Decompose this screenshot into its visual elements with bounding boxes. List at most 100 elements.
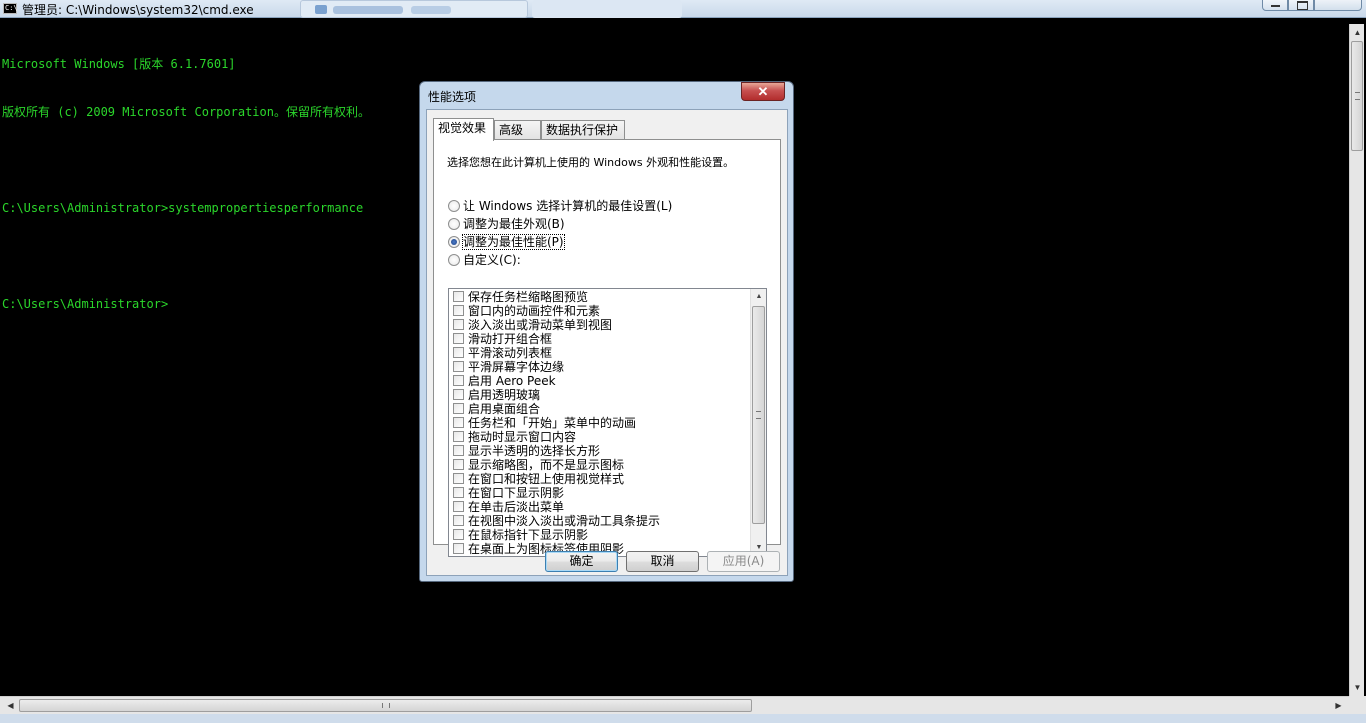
checkbox[interactable] xyxy=(453,291,464,302)
radio-label: 调整为最佳外观(B) xyxy=(463,217,565,231)
effect-label: 在窗口下显示阴影 xyxy=(468,486,565,500)
radio-button[interactable] xyxy=(448,218,460,230)
effect-list-item[interactable]: 窗口内的动画控件和元素 xyxy=(449,304,751,318)
ok-button[interactable]: 确定 xyxy=(545,551,618,572)
window-titlebar[interactable]: C:\ 管理员: C:\Windows\system32\cmd.exe xyxy=(0,0,1366,18)
effect-list-item[interactable]: 平滑滚动列表框 xyxy=(449,346,751,360)
effect-list-item[interactable]: 平滑屏幕字体边缘 xyxy=(449,360,751,374)
console-horizontal-scrollbar[interactable]: ◀ ▶ xyxy=(0,696,1349,714)
scroll-thumb[interactable] xyxy=(19,699,752,712)
dialog-close-button[interactable]: ✕ xyxy=(741,82,785,101)
console-vertical-scrollbar[interactable]: ▲ ▼ xyxy=(1349,24,1364,696)
scroll-thumb[interactable] xyxy=(1351,41,1363,151)
radio-button[interactable] xyxy=(448,200,460,212)
radio-best-appearance[interactable]: 调整为最佳外观(B) xyxy=(448,215,565,231)
effect-label: 保存任务栏缩略图预览 xyxy=(468,290,589,304)
checkbox[interactable] xyxy=(453,529,464,540)
visual-effects-panel: 选择您想在此计算机上使用的 Windows 外观和性能设置。 让 Windows… xyxy=(433,139,781,557)
dialog-title: 性能选项 xyxy=(428,90,477,104)
radio-custom[interactable]: 自定义(C): xyxy=(448,251,521,267)
effect-list-item[interactable]: 拖动时显示窗口内容 xyxy=(449,430,751,444)
checkbox[interactable] xyxy=(453,473,464,484)
effect-list-item[interactable]: 在视图中淡入淡出或滑动工具条提示 xyxy=(449,514,751,528)
effect-label: 启用透明玻璃 xyxy=(468,388,541,402)
effect-label: 启用 Aero Peek xyxy=(468,374,556,388)
apply-button[interactable]: 应用(A) xyxy=(707,551,780,572)
effect-label: 窗口内的动画控件和元素 xyxy=(468,304,601,318)
checkbox[interactable] xyxy=(453,459,464,470)
checkbox[interactable] xyxy=(453,389,464,400)
effect-list-item[interactable]: 启用 Aero Peek xyxy=(449,374,751,388)
checkbox[interactable] xyxy=(453,333,464,344)
dialog-body: 视觉效果 高级 数据执行保护 选择您想在此计算机上使用的 Windows 外观和… xyxy=(426,109,788,576)
effect-label: 启用桌面组合 xyxy=(468,402,541,416)
radio-let-windows-choose[interactable]: 让 Windows 选择计算机的最佳设置(L) xyxy=(448,197,672,213)
effect-label: 显示缩略图，而不是显示图标 xyxy=(468,458,625,472)
checkbox[interactable] xyxy=(453,417,464,428)
scroll-left-arrow-icon[interactable]: ◀ xyxy=(2,697,19,714)
panel-description: 选择您想在此计算机上使用的 Windows 外观和性能设置。 xyxy=(447,156,735,169)
effect-list-item[interactable]: 在鼠标指针下显示阴影 xyxy=(449,528,751,542)
visual-effects-list[interactable]: 保存任务栏缩略图预览 窗口内的动画控件和元素 淡入淡出或滑动菜单到视图 滑动打开组合框… xyxy=(448,288,767,557)
effect-list-item[interactable]: 保存任务栏缩略图预览 xyxy=(449,290,751,304)
effect-list-item[interactable]: 在窗口和按钮上使用视觉样式 xyxy=(449,472,751,486)
checkbox[interactable] xyxy=(453,403,464,414)
checkbox[interactable] xyxy=(453,543,464,554)
effect-list-item[interactable]: 滑动打开组合框 xyxy=(449,332,751,346)
cancel-button[interactable]: 取消 xyxy=(626,551,699,572)
effect-list-item[interactable]: 在窗口下显示阴影 xyxy=(449,486,751,500)
window-close-button[interactable] xyxy=(1314,0,1362,11)
size-grip[interactable] xyxy=(1349,696,1366,714)
effect-label: 在鼠标指针下显示阴影 xyxy=(468,528,589,542)
radio-best-performance[interactable]: 调整为最佳性能(P) xyxy=(448,233,565,250)
effect-list-item[interactable]: 任务栏和「开始」菜单中的动画 xyxy=(449,416,751,430)
effect-list-item[interactable]: 显示半透明的选择长方形 xyxy=(449,444,751,458)
radio-button[interactable] xyxy=(448,254,460,266)
effect-list-item[interactable]: 在单击后淡出菜单 xyxy=(449,500,751,514)
checkbox[interactable] xyxy=(453,487,464,498)
effect-list-item[interactable]: 启用桌面组合 xyxy=(449,402,751,416)
effect-list-item[interactable]: 显示缩略图，而不是显示图标 xyxy=(449,458,751,472)
scroll-up-arrow-icon[interactable]: ▲ xyxy=(751,289,766,305)
effect-label: 在视图中淡入淡出或滑动工具条提示 xyxy=(468,514,661,528)
background-taskbar-item xyxy=(300,0,528,18)
checkbox[interactable] xyxy=(453,445,464,456)
effect-label: 滑动打开组合框 xyxy=(468,332,553,346)
checkbox[interactable] xyxy=(453,347,464,358)
checkbox[interactable] xyxy=(453,515,464,526)
scroll-down-arrow-icon[interactable]: ▼ xyxy=(1350,679,1365,696)
effect-list-item[interactable]: 淡入淡出或滑动菜单到视图 xyxy=(449,318,751,332)
checkbox[interactable] xyxy=(453,361,464,372)
checkbox[interactable] xyxy=(453,305,464,316)
maximize-button[interactable] xyxy=(1288,0,1314,11)
effect-label: 淡入淡出或滑动菜单到视图 xyxy=(468,318,613,332)
list-scrollbar[interactable]: ▲ ▼ xyxy=(750,289,766,556)
effect-label: 拖动时显示窗口内容 xyxy=(468,430,577,444)
scroll-right-arrow-icon[interactable]: ▶ xyxy=(1330,697,1347,714)
performance-options-dialog: 性能选项 ✕ 视觉效果 高级 数据执行保护 选择您想在此计算机上使用的 Wind… xyxy=(419,81,794,582)
checkbox[interactable] xyxy=(453,431,464,442)
effect-label: 在窗口和按钮上使用视觉样式 xyxy=(468,472,625,486)
radio-label: 调整为最佳性能(P) xyxy=(462,234,565,250)
radio-label: 让 Windows 选择计算机的最佳设置(L) xyxy=(463,199,673,213)
tab-dep[interactable]: 数据执行保护 xyxy=(541,120,625,140)
scroll-thumb[interactable] xyxy=(752,306,765,524)
cmd-app-icon: C:\ xyxy=(3,3,18,14)
radio-button-selected[interactable] xyxy=(448,236,460,248)
effect-label: 在单击后淡出菜单 xyxy=(468,500,565,514)
window-title: 管理员: C:\Windows\system32\cmd.exe xyxy=(22,3,254,17)
checkbox[interactable] xyxy=(453,501,464,512)
effect-list-item[interactable]: 启用透明玻璃 xyxy=(449,388,751,402)
checkbox[interactable] xyxy=(453,375,464,386)
tab-advanced[interactable]: 高级 xyxy=(494,120,541,140)
minimize-button[interactable] xyxy=(1262,0,1288,11)
scroll-up-arrow-icon[interactable]: ▲ xyxy=(1350,24,1365,41)
checkbox[interactable] xyxy=(453,319,464,330)
tab-visual-effects[interactable]: 视觉效果 xyxy=(433,118,494,141)
radio-label: 自定义(C): xyxy=(463,253,521,267)
window-bottom-edge xyxy=(0,714,1366,723)
console-line: Microsoft Windows [版本 6.1.7601] xyxy=(2,57,236,71)
effect-label: 任务栏和「开始」菜单中的动画 xyxy=(468,416,637,430)
effect-label: 平滑屏幕字体边缘 xyxy=(468,360,565,374)
effects-items: 保存任务栏缩略图预览 窗口内的动画控件和元素 淡入淡出或滑动菜单到视图 滑动打开组合框… xyxy=(449,290,751,556)
